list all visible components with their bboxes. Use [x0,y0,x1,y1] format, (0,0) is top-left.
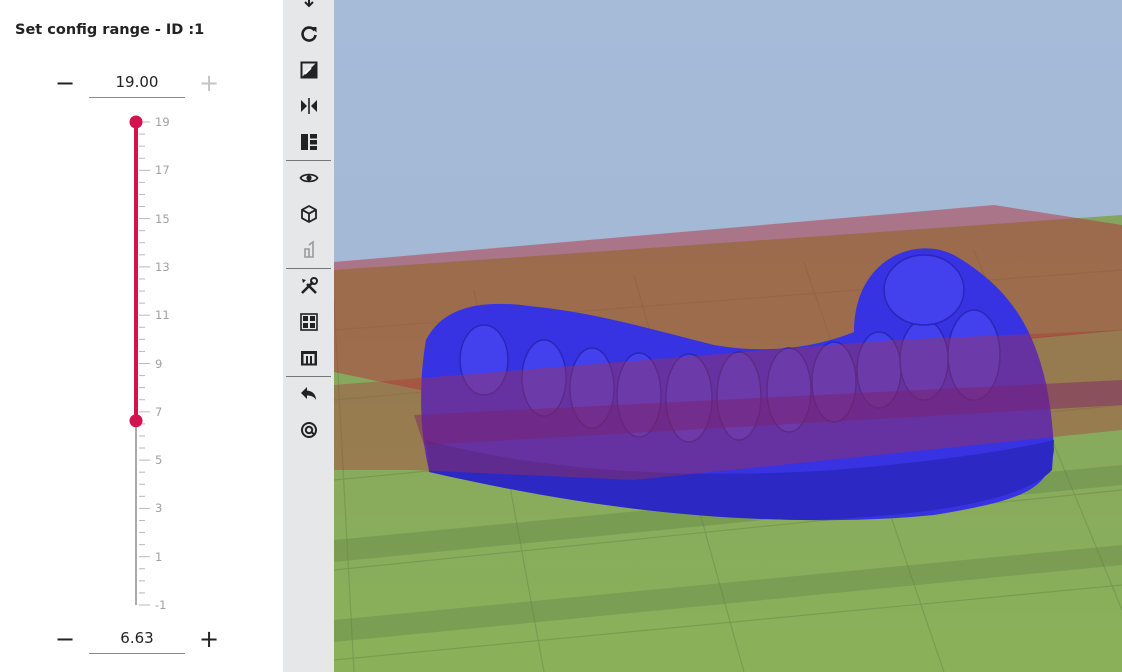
mirror-icon[interactable] [283,89,334,123]
support-icon[interactable] [283,233,334,267]
settings-icon[interactable] [283,413,334,447]
move-icon[interactable] [283,0,334,17]
base-icon[interactable] [283,341,334,375]
slider-tick-label: 5 [155,453,163,468]
scale-icon[interactable] [283,53,334,87]
layout-icon[interactable] [283,125,334,159]
slider-tick-label: -1 [155,598,167,612]
tools-icon[interactable] [283,269,334,303]
slider-lower-handle[interactable] [129,414,143,428]
panel-title: Set config range - ID :1 [15,22,205,38]
lower-value-input[interactable]: 6.63 [89,629,185,654]
config-range-panel: Set config range - ID :1 − 19.00 + 19 17 1… [0,0,283,672]
grid-icon[interactable] [283,305,334,339]
slider-upper-handle[interactable] [129,115,143,129]
lower-decrement-button[interactable]: − [53,627,77,652]
slider-tick-label: 15 [155,211,170,226]
upper-value-input[interactable]: 19.00 [89,73,185,98]
slider-tick-label: 13 [155,259,170,274]
slider-tick-label: 9 [155,356,163,371]
viewport-scene [334,0,1122,672]
eye-icon[interactable] [283,161,334,195]
slider-tick-label: 3 [155,501,163,516]
lower-increment-button[interactable]: + [197,627,221,652]
slider-tick-label: 17 [155,163,170,178]
undo-icon[interactable] [283,377,334,411]
rotate-icon[interactable] [283,17,334,51]
slider-tick-label: 1 [155,549,163,564]
side-toolbar [283,0,335,672]
slider-tick-label: 11 [155,308,170,323]
upper-decrement-button[interactable]: − [53,71,77,96]
slider-tick-label: 7 [155,404,163,419]
upper-increment-button[interactable]: + [197,71,221,96]
cube-icon[interactable] [283,197,334,231]
slider-tick-label: 19 [155,115,170,129]
range-slider[interactable]: 19 17 15 13 11 9 7 5 3 1 -1 [100,110,220,620]
3d-viewport[interactable] [334,0,1122,672]
